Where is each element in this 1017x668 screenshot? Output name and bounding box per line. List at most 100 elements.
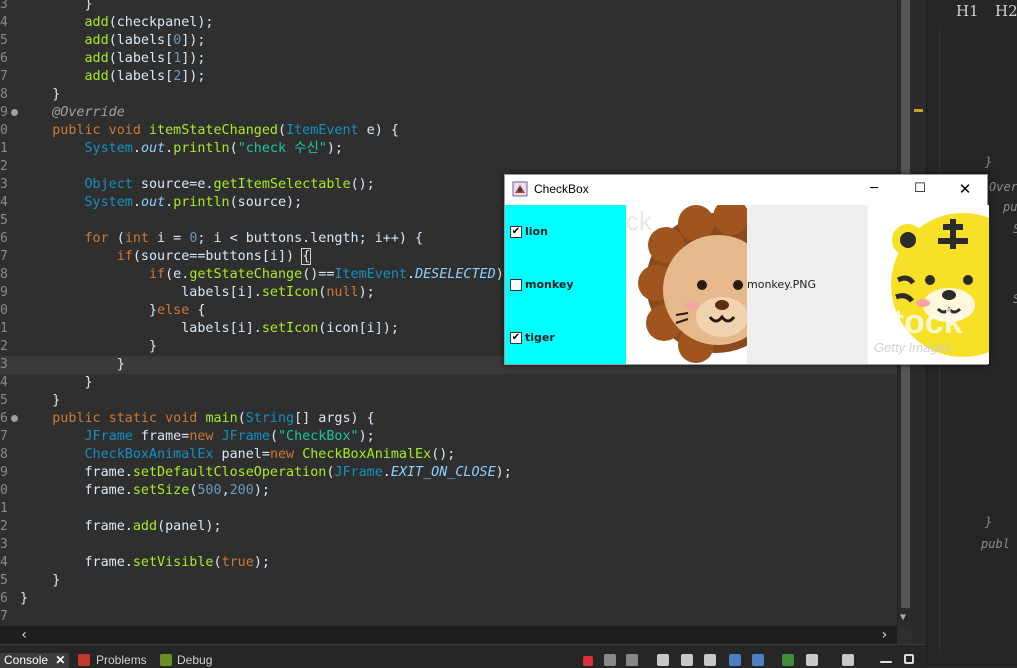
new-console-icon[interactable]	[842, 654, 854, 666]
code-line[interactable]: 4 add(checkpanel);	[0, 14, 897, 32]
code-line[interactable]: 6}	[0, 590, 897, 608]
tab-problems[interactable]: Problems	[96, 653, 147, 668]
code-line[interactable]: 8 }	[0, 86, 897, 104]
code-token: setIcon	[261, 321, 319, 336]
code-token: }	[20, 357, 125, 372]
warning-marker[interactable]	[914, 109, 923, 112]
code-token: (labels[	[108, 33, 174, 48]
code-line[interactable]: 3	[0, 536, 897, 554]
tab-debug[interactable]: Debug	[177, 653, 212, 668]
code-line[interactable]: 2 frame.add(panel);	[0, 518, 897, 536]
terminate-icon[interactable]	[583, 656, 593, 666]
outline-item[interactable]: }	[985, 515, 992, 529]
code-token: );	[253, 555, 270, 570]
maximize-view-icon[interactable]	[904, 654, 914, 664]
code-line[interactable]: 1	[0, 500, 897, 518]
code-line[interactable]: 5 }	[0, 572, 897, 590]
checkbox-lion-box[interactable]: ✔	[510, 226, 522, 238]
checkbox-monkey-box[interactable]	[510, 279, 522, 291]
line-number: 3	[0, 177, 8, 192]
code-token: }	[20, 375, 93, 390]
scroll-right-arrow-icon[interactable]: ›	[880, 626, 888, 644]
code-token: (	[229, 141, 238, 156]
outline-item[interactable]: Over	[989, 180, 1017, 194]
code-line[interactable]: 8 CheckBoxAnimalEx panel=new CheckBoxAni…	[0, 446, 897, 464]
code-token: ItemEvent	[334, 267, 407, 282]
code-line[interactable]: 7 JFrame frame=new JFrame("CheckBox");	[0, 428, 897, 446]
scroll-left-arrow-icon[interactable]: ‹	[20, 626, 28, 644]
code-line[interactable]: 0 frame.setSize(500,200);	[0, 482, 897, 500]
tab-console[interactable]: Console ✕	[0, 653, 70, 668]
minimize-view-icon[interactable]	[880, 661, 892, 663]
heading-1-button[interactable]: H1	[956, 2, 979, 20]
fold-marker-icon[interactable]	[11, 415, 18, 422]
code-token: .	[132, 195, 141, 210]
tiger-face-illustration: Stock Getty Images	[870, 213, 989, 357]
outline-item[interactable]: S	[1013, 222, 1017, 236]
code-line[interactable]: 9 frame.setDefaultCloseOperation(JFrame.…	[0, 464, 897, 482]
maximize-button[interactable]: ☐	[897, 175, 943, 205]
code-text: add(checkpanel);	[20, 14, 214, 32]
code-token: if	[149, 267, 166, 282]
line-number: 7	[0, 429, 8, 444]
horizontal-scrollbar[interactable]: ‹ ›	[0, 626, 897, 644]
remove-launch-icon[interactable]	[604, 654, 616, 666]
code-token: DESELECTED	[415, 267, 496, 282]
minimize-button[interactable]: ─	[851, 175, 897, 205]
code-token: labels[i].	[20, 321, 262, 336]
word-wrap-icon[interactable]	[681, 654, 693, 666]
open-console-icon[interactable]	[782, 654, 794, 666]
show-console-icon[interactable]	[704, 654, 716, 666]
window-titlebar[interactable]: CheckBox ─ ☐ ✕	[505, 175, 987, 205]
code-text: }	[20, 356, 125, 374]
code-token: System	[84, 195, 133, 210]
watermark-text: ck	[626, 206, 653, 236]
code-line[interactable]: 6 add(labels[1]);	[0, 50, 897, 68]
code-line[interactable]: 7	[0, 608, 897, 626]
outline-item[interactable]: publ	[981, 537, 1010, 551]
code-token: ();	[431, 447, 456, 462]
code-line[interactable]: 0 public void itemStateChanged(ItemEvent…	[0, 122, 897, 140]
code-line[interactable]: 4 frame.setVisible(true);	[0, 554, 897, 572]
code-token: new	[189, 429, 214, 444]
code-token: frame=	[132, 429, 190, 444]
line-number: 2	[0, 519, 8, 534]
scroll-lock-icon[interactable]	[657, 654, 669, 666]
code-token: add	[84, 15, 109, 30]
code-token: out	[140, 141, 166, 156]
pin-console-icon[interactable]	[729, 654, 741, 666]
remove-all-icon[interactable]	[626, 654, 638, 666]
line-number: 0	[0, 303, 8, 318]
code-text: public static void main(String[] args) {	[20, 410, 375, 428]
code-token: add	[84, 69, 109, 84]
outline-item[interactable]: S	[1013, 292, 1017, 306]
display-console-icon[interactable]	[752, 654, 764, 666]
line-number: 7	[0, 69, 8, 84]
checkbox-tiger-box[interactable]: ✔	[510, 332, 522, 344]
code-token: labels[i].	[20, 285, 262, 300]
heading-2-button[interactable]: H2	[995, 2, 1017, 20]
code-line[interactable]: 5 add(labels[0]);	[0, 32, 897, 50]
code-line[interactable]: 3 }	[0, 0, 897, 14]
code-token: (labels[	[108, 51, 174, 66]
outline-item[interactable]: publ	[1003, 200, 1017, 214]
console-menu-icon[interactable]	[806, 654, 818, 666]
code-line[interactable]: 5 }	[0, 392, 897, 410]
scroll-down-arrow-icon[interactable]: ▼	[900, 612, 906, 623]
code-line[interactable]: 1 System.out.println("check 수신");	[0, 140, 897, 158]
code-token: source=	[132, 177, 198, 192]
close-icon[interactable]: ✕	[55, 653, 65, 667]
code-line[interactable]: 6 public static void main(String[] args)…	[0, 410, 897, 428]
code-line[interactable]: 4 }	[0, 374, 897, 392]
close-button[interactable]: ✕	[942, 175, 988, 205]
code-token: itemStateChanged	[149, 123, 278, 138]
outline-item[interactable]: }	[985, 155, 992, 169]
code-line[interactable]: 9 @Override	[0, 104, 897, 122]
code-line[interactable]: 7 add(labels[2]);	[0, 68, 897, 86]
fold-marker-icon[interactable]	[11, 109, 18, 116]
